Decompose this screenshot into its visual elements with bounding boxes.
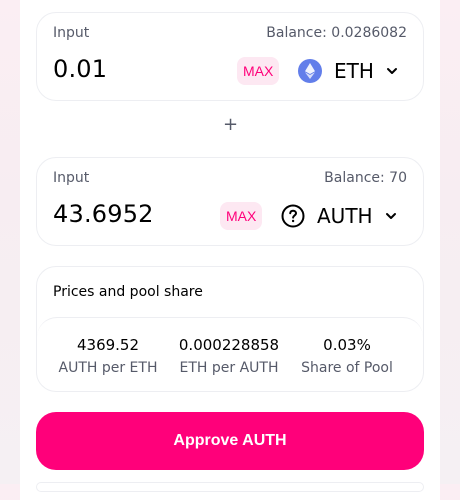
token-selector-auth[interactable]: AUTH	[281, 201, 397, 231]
balance-label[interactable]: Balance: 0.0286082	[266, 25, 407, 41]
stat-label: ETH per AUTH	[179, 360, 279, 376]
token-selector-eth[interactable]: ETH	[298, 56, 398, 86]
input-label: Input	[53, 170, 90, 186]
stat-eth-per-auth: 0.000228858 ETH per AUTH	[169, 336, 289, 376]
amount-input[interactable]: 0.01	[53, 55, 107, 83]
input-panel-auth: Input Balance: 70 43.6952 MAX AUTH	[36, 157, 424, 246]
stat-value: 0.000228858	[178, 336, 280, 354]
max-button[interactable]: MAX	[220, 202, 263, 230]
stat-label: Share of Pool	[301, 360, 393, 376]
balance-label[interactable]: Balance: 70	[324, 170, 407, 186]
stat-auth-per-eth: 4369.52 AUTH per ETH	[48, 336, 168, 376]
pool-share-title: Prices and pool share	[53, 284, 203, 300]
approve-button[interactable]: Approve AUTH	[36, 412, 424, 470]
stat-label: AUTH per ETH	[58, 360, 158, 376]
pool-share-panel: Prices and pool share 4369.52 AUTH per E…	[36, 266, 424, 392]
input-label: Input	[53, 25, 90, 41]
stat-share-of-pool: 0.03% Share of Pool	[287, 336, 407, 376]
stat-value: 4369.52	[76, 336, 140, 354]
chevron-down-icon	[386, 68, 397, 74]
max-button[interactable]: MAX	[237, 57, 280, 85]
chevron-down-icon	[385, 213, 396, 219]
plus-icon: +	[223, 114, 239, 135]
token-symbol: ETH	[334, 59, 374, 83]
eth-icon	[298, 59, 322, 83]
input-panel-eth: Input Balance: 0.0286082 0.01 MAX ETH	[36, 12, 424, 101]
amount-input[interactable]: 43.6952	[53, 200, 154, 228]
stat-value: 0.03%	[323, 336, 371, 354]
token-symbol: AUTH	[317, 204, 373, 228]
question-circle-icon	[281, 204, 305, 228]
pool-stats: 4369.52 AUTH per ETH 0.000228858 ETH per…	[37, 317, 423, 391]
